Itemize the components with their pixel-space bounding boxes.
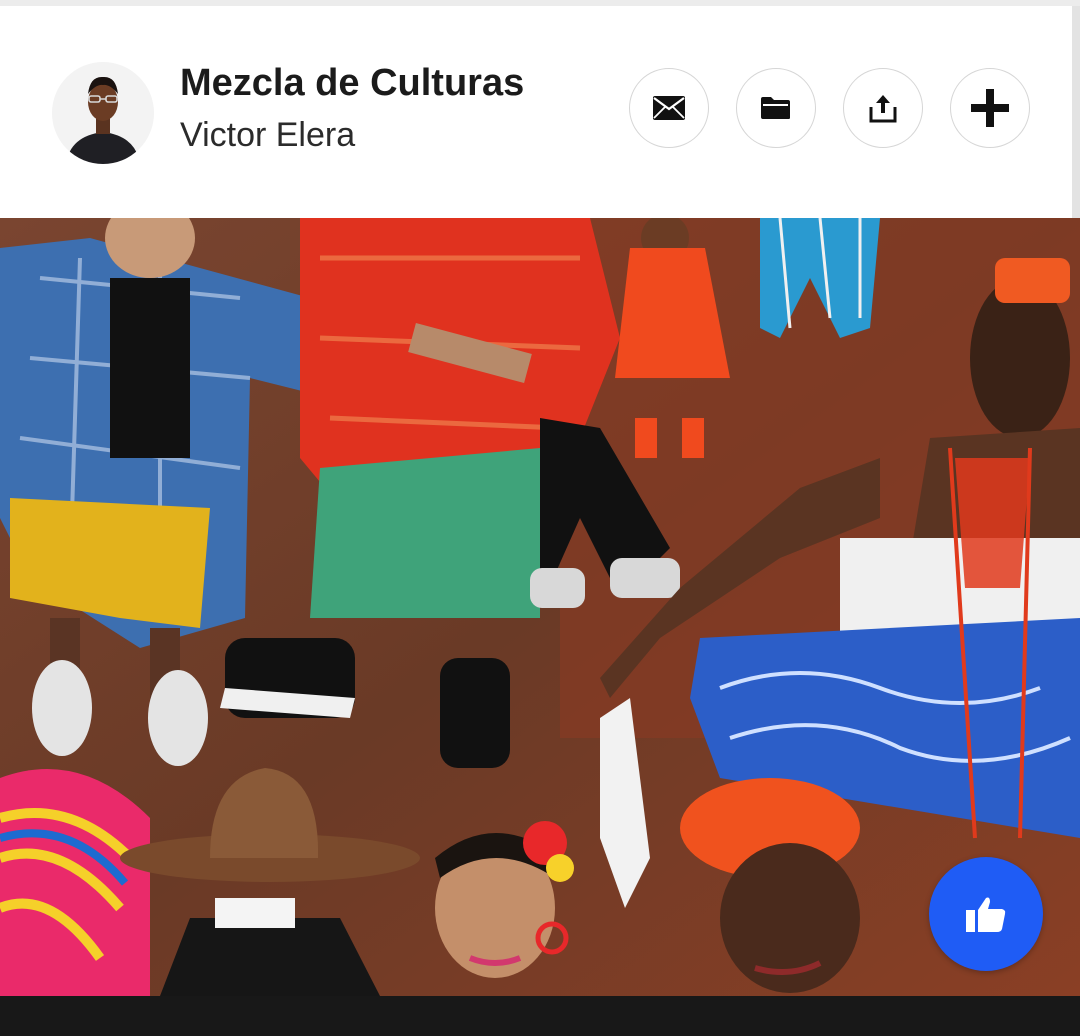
scrollbar[interactable] <box>1072 6 1080 218</box>
artwork-image <box>0 218 1080 996</box>
project-title: Mezcla de Culturas <box>180 62 525 104</box>
share-button[interactable] <box>843 68 923 148</box>
thumbs-up-icon <box>966 897 1006 932</box>
share-icon <box>869 95 897 123</box>
bottom-bar <box>0 996 1080 1036</box>
follow-button[interactable] <box>950 68 1030 148</box>
plus-icon <box>971 89 1009 127</box>
project-header: Mezcla de Culturas Victor Elera <box>0 6 1072 218</box>
author-name[interactable]: Victor Elera <box>180 116 355 155</box>
save-to-collection-button[interactable] <box>736 68 816 148</box>
avatar[interactable] <box>52 62 154 164</box>
envelope-icon <box>653 96 685 120</box>
message-button[interactable] <box>629 68 709 148</box>
folder-icon <box>761 97 790 119</box>
appreciate-button[interactable] <box>929 857 1043 971</box>
